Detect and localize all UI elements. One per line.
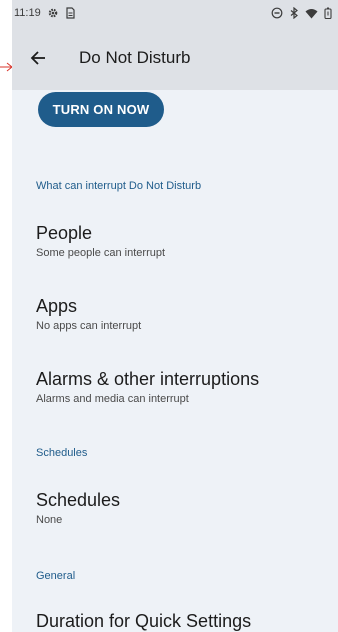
settings-screen: 11:19 Do Not Disturb TURN ON NOW What ca… [12,0,338,632]
apps-title: Apps [36,296,78,316]
gear-icon [48,8,58,18]
section-header-interrupt: What can interrupt Do Not Disturb [36,180,202,192]
people-setting[interactable]: People Some people can interrupt [36,222,326,260]
schedules-setting[interactable]: Schedules None [36,489,326,527]
alarms-setting[interactable]: Alarms & other interruptions Alarms and … [36,368,326,406]
status-right-icons [271,0,332,26]
quick-settings-duration-setting[interactable]: Duration for Quick Settings [36,610,326,632]
bluetooth-icon [290,7,298,19]
arrow-back-icon [30,51,45,65]
battery-icon [324,7,332,19]
wifi-icon [305,8,318,18]
status-bar: 11:19 [12,0,338,26]
dnd-status-icon [271,7,283,19]
alarms-subtitle: Alarms and media can interrupt [36,393,189,405]
section-header-general: General [36,570,76,582]
people-subtitle: Some people can interrupt [36,247,166,259]
status-left-icons [47,7,75,19]
schedules-subtitle: None [36,514,63,526]
schedules-title: Schedules [36,490,121,510]
apps-setting[interactable]: Apps No apps can interrupt [36,295,326,333]
sim-icon [66,7,75,19]
status-time: 11:19 [14,7,41,19]
back-button[interactable] [18,38,58,78]
app-bar: Do Not Disturb [12,26,338,90]
page-title: Do Not Disturb [79,48,191,67]
quick-settings-duration-title: Duration for Quick Settings [36,611,252,631]
alarms-title: Alarms & other interruptions [36,369,260,389]
apps-subtitle: No apps can interrupt [36,320,142,332]
turn-on-now-button[interactable]: TURN ON NOW [38,92,164,127]
people-title: People [36,223,93,243]
section-header-schedules: Schedules [36,447,88,459]
